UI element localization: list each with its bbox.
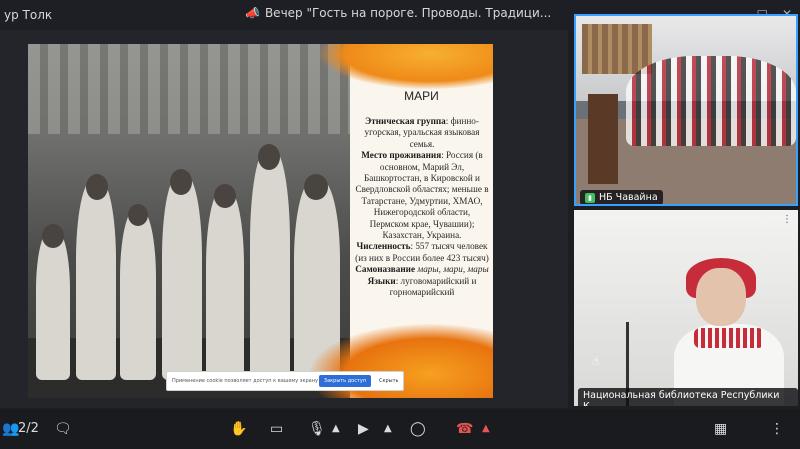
slide-body: Этническая группа: финно-угорская, ураль…: [354, 116, 490, 299]
microphone-icon[interactable]: 🎙: [308, 421, 326, 437]
lectern: [588, 94, 618, 184]
participant-name-badge: ▮ НБ Чавайна: [580, 190, 663, 204]
participant-tile-2[interactable]: ⋮ Национальная библиотека Республики К..…: [574, 210, 798, 406]
field-value-residence: : Россия (в основном, Марий Эл, Башкорто…: [355, 150, 489, 241]
audience: [626, 56, 796, 146]
meeting-title: Вечер "Гость на пороге. Проводы. Традици…: [264, 6, 552, 20]
banner-text: Применение cookie позволяет доступ к ваш…: [172, 378, 318, 384]
participants-icon[interactable]: 👥: [2, 421, 19, 437]
info-panel: МАРИ Этническая группа: финно-угорская, …: [310, 44, 493, 398]
end-call-icon[interactable]: ☎: [456, 421, 473, 437]
presentation-slide: МАРИ Этническая группа: финно-угорская, …: [28, 44, 493, 398]
camera-options-chevron-icon[interactable]: ▲: [384, 421, 392, 437]
participant-tile-1[interactable]: ▮ НБ Чавайна: [574, 14, 798, 206]
record-icon[interactable]: ◯: [410, 421, 426, 437]
historic-photo: [28, 44, 350, 398]
more-icon[interactable]: ⋮: [770, 421, 784, 437]
call-toolbar: 👥 2/2 🗨 ✋ ▭ 🎙 ▲ ▶ ▲ ◯ ☎ ▲ ▦ ⋮: [0, 409, 800, 449]
chat-icon[interactable]: 🗨: [54, 421, 72, 437]
slide-heading: МАРИ: [404, 89, 439, 103]
bookshelf: [582, 24, 652, 74]
participants-count[interactable]: 2/2: [18, 421, 39, 436]
participant-name: НБ Чавайна: [599, 192, 658, 203]
screen-share-icon[interactable]: ▭: [270, 421, 283, 437]
shared-screen-stage: МАРИ Этническая группа: финно-угорская, …: [0, 30, 568, 408]
meeting-title-area: 📣 Вечер "Гость на пороге. Проводы. Тради…: [245, 6, 551, 20]
field-label-population: Численность: [356, 241, 411, 252]
participant-name: Национальная библиотека Республики К...: [583, 390, 780, 406]
megaphone-icon: 📣: [245, 6, 260, 20]
participant-name-badge: Национальная библиотека Республики К...: [578, 388, 798, 406]
mic-active-icon: ▮: [585, 192, 595, 203]
field-label-residence: Место проживания: [361, 150, 442, 161]
hand-cursor-icon: ☝: [592, 354, 600, 368]
field-value-languages: : луговомарийский и горномарийский: [389, 275, 477, 298]
close-access-button[interactable]: Закрыть доступ: [319, 375, 371, 387]
hide-banner-link[interactable]: Скрыть: [379, 378, 399, 384]
field-value-self-name: мары, мари, мары: [415, 264, 489, 275]
speaker-video: [674, 258, 784, 406]
field-label-ethnic-group: Этническая группа: [365, 116, 446, 126]
screen-access-banner: Применение cookie позволяет доступ к ваш…: [166, 371, 404, 391]
camera-icon[interactable]: ▶: [358, 421, 369, 437]
end-call-options-chevron-icon[interactable]: ▲: [482, 421, 490, 437]
layout-grid-icon[interactable]: ▦: [714, 421, 727, 437]
field-label-self-name: Самоназвание: [355, 264, 416, 275]
app-title: ур Толк: [4, 8, 53, 22]
mic-options-chevron-icon[interactable]: ▲: [332, 421, 340, 437]
raise-hand-icon[interactable]: ✋: [230, 421, 247, 437]
field-label-languages: Языки: [367, 275, 396, 286]
more-options-icon[interactable]: ⋮: [782, 214, 792, 225]
